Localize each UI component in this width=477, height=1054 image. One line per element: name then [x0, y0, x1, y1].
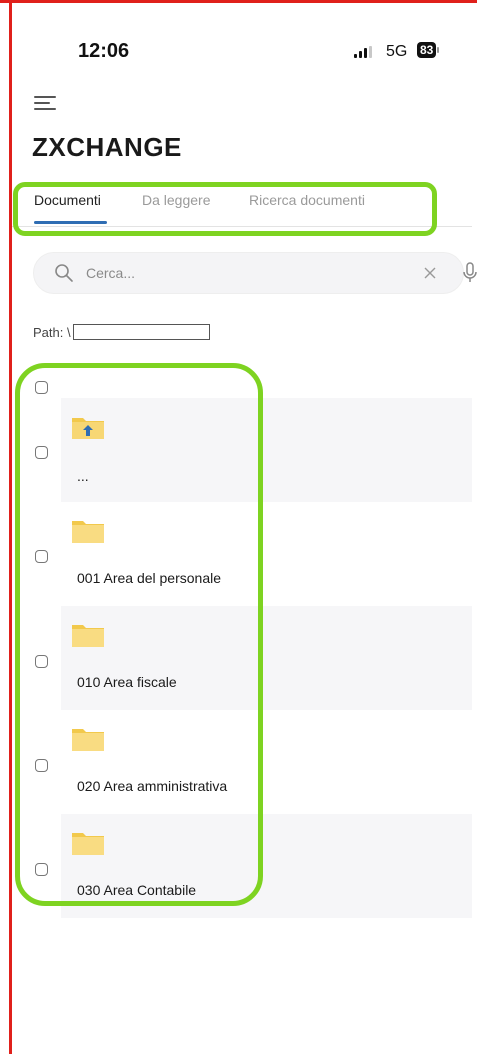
highlight-box-tabs: [13, 182, 437, 236]
annotation-frame-left: [9, 0, 12, 1054]
path-label: Path: \: [33, 324, 71, 340]
search-icon[interactable]: [54, 263, 74, 283]
battery-tip: [437, 47, 440, 53]
status-bar: 12:06 5G 83: [0, 0, 477, 90]
search-input[interactable]: [86, 262, 376, 284]
hamburger-menu-icon[interactable]: [34, 96, 56, 112]
battery-level: 83: [417, 42, 437, 58]
status-time: 12:06: [78, 40, 130, 62]
path-field: [72, 324, 210, 340]
signal-strength-icon: [354, 46, 372, 58]
app-title: ZXCHANGE: [32, 132, 182, 162]
search-bar: [33, 252, 477, 294]
microphone-icon[interactable]: [461, 261, 477, 285]
network-type: 5G: [386, 43, 408, 60]
battery-icon: 83: [417, 42, 440, 58]
clear-icon[interactable]: [422, 265, 438, 281]
highlight-box-list: [15, 363, 263, 906]
path-row: Path: \: [33, 324, 210, 340]
